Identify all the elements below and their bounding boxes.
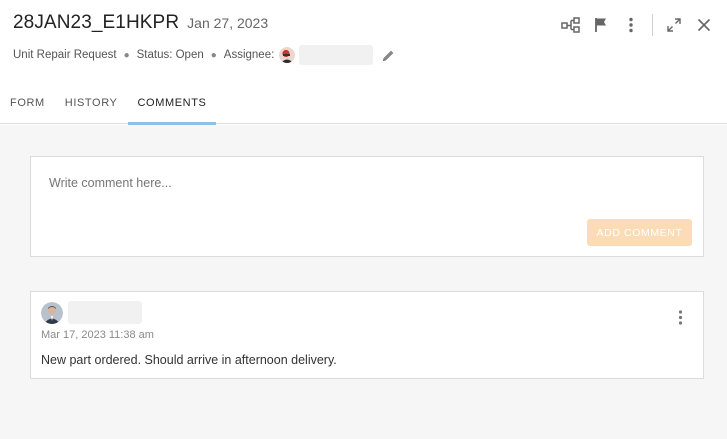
assignee-avatar (279, 47, 296, 63)
comment-input[interactable] (49, 176, 549, 190)
tab-form[interactable]: FORM (0, 91, 55, 124)
ticket-date: Jan 27, 2023 (187, 15, 269, 31)
comment-card: Mar 17, 2023 11:38 am New part ordered. … (30, 291, 704, 379)
expand-icon[interactable] (659, 14, 689, 36)
header-toolbar (556, 14, 719, 36)
tab-history[interactable]: HISTORY (55, 91, 128, 124)
request-type: Unit Repair Request (13, 49, 117, 61)
ticket-id: 28JAN23_E1HKPR (13, 12, 180, 33)
ticket-header: 28JAN23_E1HKPR Jan 27, 2023 Unit Repair … (0, 0, 727, 125)
more-vertical-icon[interactable] (616, 14, 646, 36)
commenter-name (68, 301, 142, 324)
flag-icon[interactable] (586, 14, 616, 36)
close-icon[interactable] (689, 14, 719, 36)
assignee-label: Assignee: (223, 49, 275, 61)
ticket-panel: 28JAN23_E1HKPR Jan 27, 2023 Unit Repair … (0, 0, 727, 439)
comment-text: New part ordered. Should arrive in after… (41, 353, 337, 367)
add-comment-button[interactable]: ADD COMMENT (587, 219, 692, 246)
status-text: Status: Open (136, 49, 204, 61)
toolbar-divider (652, 14, 653, 36)
commenter-avatar (41, 302, 63, 324)
assignee-name (299, 45, 374, 65)
comment-more-icon[interactable] (674, 307, 686, 327)
tab-bar: FORM HISTORY COMMENTS (0, 91, 217, 125)
meta-separator: ● (210, 49, 217, 61)
comments-content: ADD COMMENT Mar 17, 2023 11:38 am New pa… (0, 125, 727, 439)
comment-composer: ADD COMMENT (30, 156, 704, 257)
workflow-icon[interactable] (556, 14, 586, 36)
edit-assignee-icon[interactable] (380, 47, 396, 63)
tab-comments[interactable]: COMMENTS (127, 91, 217, 125)
meta-separator: ● (123, 49, 130, 61)
comment-timestamp: Mar 17, 2023 11:38 am (41, 329, 154, 341)
title-row: 28JAN23_E1HKPR Jan 27, 2023 (13, 12, 268, 34)
ticket-meta: Unit Repair Request ● Status: Open ● Ass… (13, 45, 396, 65)
